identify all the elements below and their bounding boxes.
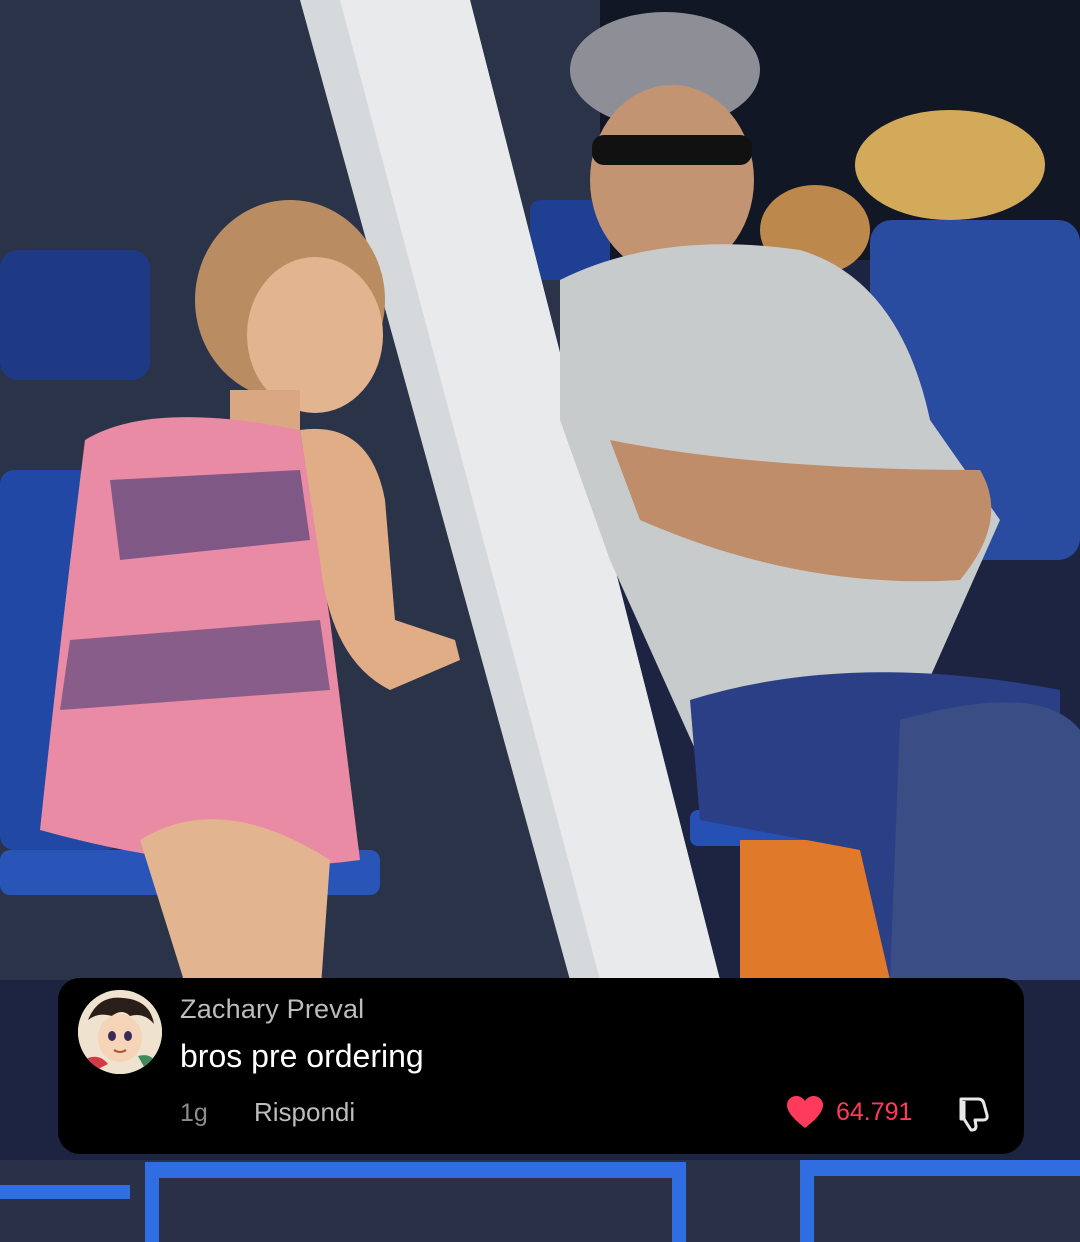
thumbs-down-icon xyxy=(959,1097,989,1132)
reply-button[interactable]: Rispondi xyxy=(254,1097,355,1128)
comment-time: 1g xyxy=(180,1099,208,1127)
like-count: 64.791 xyxy=(836,1097,913,1126)
user-avatar[interactable] xyxy=(78,990,162,1074)
comment-card: Zachary Preval bros pre ordering 1g Risp… xyxy=(58,978,1024,1154)
like-button[interactable]: 64.791 xyxy=(786,1094,912,1130)
comment-text: bros pre ordering xyxy=(180,1038,424,1074)
dislike-button[interactable] xyxy=(952,1093,992,1133)
comment-username[interactable]: Zachary Preval xyxy=(180,994,364,1025)
heart-icon xyxy=(787,1096,823,1128)
anime-avatar-icon xyxy=(78,990,162,1074)
